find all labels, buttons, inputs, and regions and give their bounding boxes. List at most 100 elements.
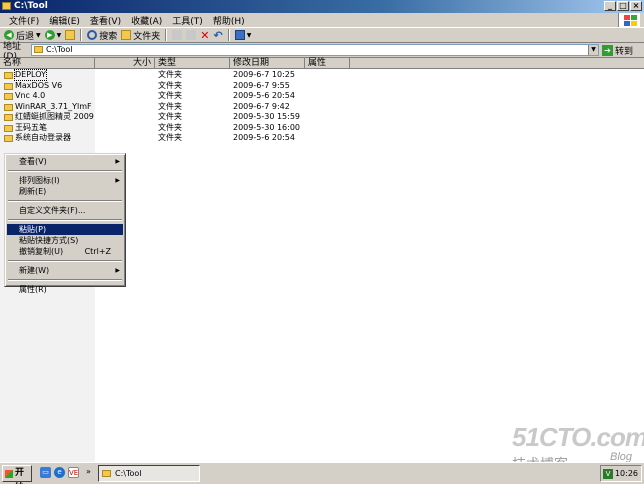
chevron-down-icon: ▼ [246,31,252,39]
clock: 10:26 [614,469,638,478]
up-folder-button[interactable] [63,28,77,42]
folder-icon [102,470,111,477]
window-title: C:\Tool [14,1,48,11]
column-attributes[interactable]: 属性 [305,58,350,69]
menu-item-properties[interactable]: 属性(R) [7,284,123,295]
menu-separator [8,279,122,281]
taskbar-item-explorer[interactable]: C:\Tool [98,465,200,482]
minimize-button[interactable]: _ [604,1,616,11]
file-date: 2009-5-6 20:54 [233,133,295,142]
toolbar-separator [165,29,168,41]
quick-launch-expand-icon[interactable]: » [86,467,91,476]
undo-icon: ↶ [213,28,223,42]
move-to-button[interactable] [170,28,184,42]
file-date: 2009-5-30 16:00 [233,122,300,132]
column-type[interactable]: 类型 [155,58,230,69]
menu-item-arrange-icons[interactable]: 排列图标(I) ▶ [7,175,123,186]
go-button[interactable]: ➔ 转到 [602,44,634,57]
close-button[interactable]: × [630,1,642,11]
menu-tools[interactable]: 工具(T) [167,14,208,27]
address-value: C:\Tool [46,45,73,54]
maximize-button[interactable]: □ [617,1,629,11]
go-label: 转到 [615,46,634,57]
menu-edit[interactable]: 编辑(E) [44,14,85,27]
file-type: 文件夹 [158,112,182,121]
folder-icon [4,124,13,132]
column-size[interactable]: 大小 [95,58,155,69]
file-name: Vnc 4.0 [15,91,46,100]
folder-icon [4,114,13,121]
file-name: 红蜻蜓抓图精灵 2009 [15,112,94,121]
delete-button[interactable]: ✕ [198,28,211,42]
menu-separator [8,219,122,221]
menu-item-new[interactable]: 新建(W) ▶ [7,265,123,276]
windows-logo-icon [5,470,13,478]
list-item[interactable]: 王码五笔 文件夹 2009-5-30 16:00 [0,123,644,133]
column-filler [350,58,644,69]
file-type: 文件夹 [158,101,182,111]
submenu-arrow-icon: ▶ [115,267,120,274]
list-item[interactable]: DEPLOY 文件夹 2009-6-7 10:25 [0,69,644,81]
forward-button[interactable]: ▶ ▼ [43,28,64,42]
system-tray: V 10:26 [600,465,642,482]
column-modified[interactable]: 修改日期 [230,58,305,69]
menu-item-label: 粘贴快捷方式(S) [19,236,79,245]
submenu-arrow-icon: ▶ [115,177,120,184]
menu-separator [8,260,122,262]
menu-item-customize-folder[interactable]: 自定义文件夹(F)... [7,205,123,216]
file-date: 2009-6-7 9:55 [233,80,290,90]
file-type: 文件夹 [158,70,182,79]
toolbar-separator [227,29,230,41]
list-item[interactable]: 红蜻蜓抓图精灵 2009 文件夹 2009-5-30 15:59 [0,112,644,122]
address-input[interactable]: C:\Tool ▼ [31,44,599,56]
menu-file[interactable]: 文件(F) [4,14,44,27]
copy-to-button[interactable] [184,28,198,42]
file-date: 2009-5-30 15:59 [233,112,300,121]
chevron-down-icon[interactable]: ▼ [588,45,598,55]
toolbar-separator [80,29,83,41]
menu-item-label: 粘贴(P) [19,225,47,234]
list-item[interactable]: 系统自动登录器 文件夹 2009-5-6 20:54 [0,133,644,143]
folder-icon [4,135,13,142]
chevron-down-icon: ▼ [56,31,62,39]
file-name: WinRAR_3.71_YlmF [15,101,92,111]
undo-button[interactable]: ↶ [212,28,225,42]
menu-view[interactable]: 查看(V) [85,14,126,27]
column-name[interactable]: 名称 [0,58,95,69]
search-button[interactable]: 搜索 [85,28,119,42]
windows-logo-icon [618,13,640,27]
menu-item-undo-copy[interactable]: 撤销复制(U) Ctrl+Z [7,246,123,257]
quick-launch-app-icon[interactable]: VE [68,467,79,478]
menu-item-label: 属性(R) [19,285,47,294]
menu-item-view[interactable]: 查看(V) ▶ [7,156,123,167]
context-menu: 查看(V) ▶ 排列图标(I) ▶ 刷新(E) 自定义文件夹(F)... 粘贴(P)… [4,153,126,294]
menu-item-paste-shortcut[interactable]: 粘贴快捷方式(S) [7,235,123,246]
ie-icon[interactable]: e [54,467,65,478]
file-name: 王码五笔 [15,122,47,132]
watermark-site: 51CTO.com [512,422,644,452]
file-date: 2009-5-6 20:54 [233,91,295,100]
menu-bar: 文件(F) 编辑(E) 查看(V) 收藏(A) 工具(T) 帮助(H) [0,13,644,27]
folder-icon [34,46,43,53]
menu-item-label: 排列图标(I) [19,176,60,185]
menu-item-label: 新建(W) [19,266,50,275]
list-item[interactable]: MaxDOS V6 文件夹 2009-6-7 9:55 [0,81,644,91]
file-name: DEPLOY [14,69,47,81]
up-folder-icon [65,30,76,40]
menu-item-paste[interactable]: 粘贴(P) [7,224,123,235]
address-bar: 地址(D) C:\Tool ▼ ➔ 转到 [0,42,644,62]
start-button[interactable]: 开始 [2,465,32,484]
list-item[interactable]: WinRAR_3.71_YlmF 文件夹 2009-6-7 9:42 [0,102,644,112]
copy-to-icon [186,30,197,40]
views-button[interactable]: ▼ [233,28,254,42]
list-item[interactable]: Vnc 4.0 文件夹 2009-5-6 20:54 [0,91,644,101]
show-desktop-icon[interactable]: ▭ [40,467,51,478]
submenu-arrow-icon: ▶ [115,158,120,165]
menu-help[interactable]: 帮助(H) [208,14,250,27]
tray-app-icon[interactable]: V [603,469,613,479]
folders-button[interactable]: 文件夹 [119,28,162,42]
menu-item-refresh[interactable]: 刷新(E) [7,186,123,197]
delete-icon: ✕ [200,28,210,42]
menu-item-shortcut: Ctrl+Z [84,247,111,256]
menu-favorites[interactable]: 收藏(A) [126,14,167,27]
